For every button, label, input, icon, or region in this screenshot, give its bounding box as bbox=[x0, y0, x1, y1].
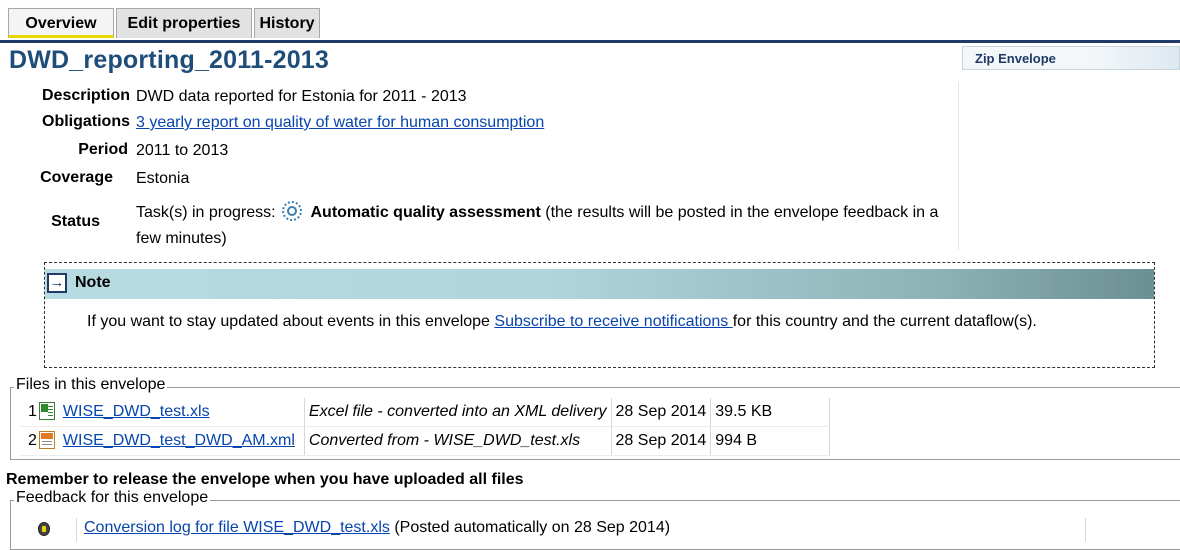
tab-underline bbox=[0, 40, 1180, 43]
feedback-legend: Feedback for this envelope bbox=[14, 489, 211, 507]
files-table: 1 WISE_DWD_test.xls Excel file - convert… bbox=[20, 398, 831, 456]
file-link[interactable]: WISE_DWD_test.xls bbox=[63, 403, 210, 420]
feedback-link[interactable]: Conversion log for file WISE_DWD_test.xl… bbox=[84, 519, 390, 536]
file-size: 994 B bbox=[710, 426, 831, 456]
release-reminder: Remember to release the envelope when yo… bbox=[6, 471, 524, 488]
coverage-value: Estonia bbox=[136, 170, 190, 187]
note-box: → Note If you want to stay updated about… bbox=[44, 262, 1155, 368]
feedback-divider-right bbox=[1085, 518, 1086, 542]
arrow-right-icon: → bbox=[47, 273, 67, 293]
excel-file-icon bbox=[38, 402, 55, 420]
description-value: DWD data reported for Estonia for 2011 -… bbox=[136, 88, 467, 105]
feedback-item: Conversion log for file WISE_DWD_test.xl… bbox=[84, 519, 670, 537]
zip-envelope-button[interactable]: Zip Envelope bbox=[962, 46, 1180, 70]
period-label: Period bbox=[78, 141, 128, 158]
tab-history[interactable]: History bbox=[254, 8, 320, 38]
period-value: 2011 to 2013 bbox=[136, 142, 229, 159]
file-size: 39.5 KB bbox=[710, 398, 831, 427]
file-description: Converted from - WISE_DWD_test.xls bbox=[304, 426, 612, 456]
feedback-status-icon bbox=[38, 522, 50, 536]
progress-spinner-icon bbox=[282, 201, 303, 221]
note-text-before: If you want to stay updated about events… bbox=[87, 313, 495, 330]
subscribe-link[interactable]: Subscribe to receive notifications bbox=[494, 313, 732, 330]
page-title: DWD_reporting_2011-2013 bbox=[9, 46, 330, 74]
file-name-cell: WISE_DWD_test.xls bbox=[58, 398, 305, 427]
file-date: 28 Sep 2014 bbox=[611, 426, 712, 456]
feedback-divider bbox=[76, 518, 77, 542]
properties-divider bbox=[958, 82, 959, 250]
files-legend: Files in this envelope bbox=[14, 376, 168, 394]
file-link[interactable]: WISE_DWD_test_DWD_AM.xml bbox=[63, 432, 295, 449]
status-prefix: Task(s) in progress: bbox=[136, 204, 276, 221]
note-text: If you want to stay updated about events… bbox=[87, 311, 1147, 332]
file-description: Excel file - converted into an XML deliv… bbox=[304, 398, 612, 427]
file-icon-cell bbox=[38, 398, 59, 427]
file-number: 2 bbox=[20, 426, 39, 456]
file-number: 1 bbox=[20, 398, 39, 427]
description-label: Description bbox=[41, 87, 130, 104]
feedback-note: (Posted automatically on 28 Sep 2014) bbox=[394, 519, 671, 536]
status-task-name: Automatic quality assessment bbox=[310, 204, 541, 221]
file-date: 28 Sep 2014 bbox=[611, 398, 712, 427]
tab-bar: Overview Edit properties History bbox=[0, 0, 1180, 44]
status-value: Task(s) in progress: Automatic quality a… bbox=[136, 200, 956, 252]
note-text-after: for this country and the current dataflo… bbox=[732, 313, 1037, 330]
tab-edit-properties[interactable]: Edit properties bbox=[116, 8, 252, 38]
coverage-label: Coverage bbox=[40, 169, 113, 186]
obligation-link[interactable]: 3 yearly report on quality of water for … bbox=[136, 110, 544, 136]
file-icon-cell bbox=[38, 426, 59, 456]
tab-overview[interactable]: Overview bbox=[8, 8, 114, 38]
table-row: 1 WISE_DWD_test.xls Excel file - convert… bbox=[20, 398, 831, 427]
obligations-label: Obligations bbox=[42, 113, 130, 130]
status-label: Status bbox=[51, 213, 100, 230]
note-title: Note bbox=[75, 274, 111, 291]
note-header: → Note bbox=[45, 269, 1154, 299]
table-row: 2 WISE_DWD_test_DWD_AM.xml Converted fro… bbox=[20, 426, 831, 456]
file-name-cell: WISE_DWD_test_DWD_AM.xml bbox=[58, 426, 305, 456]
xml-file-icon bbox=[38, 431, 55, 449]
